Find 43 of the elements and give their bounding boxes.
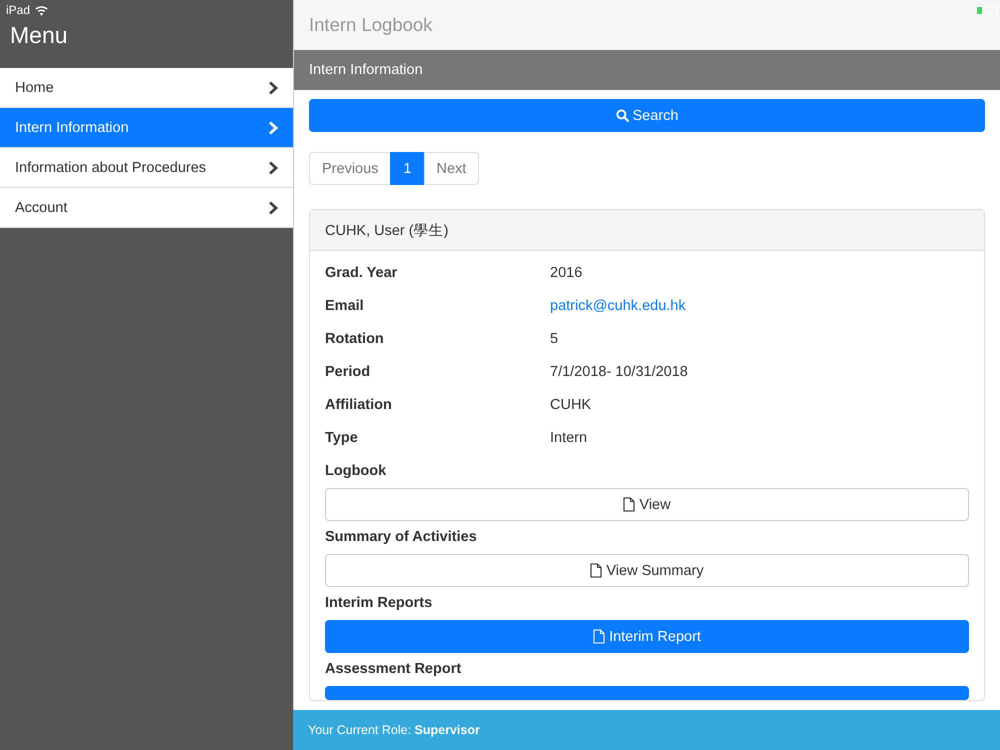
search-button[interactable]: Search [309, 99, 985, 132]
section-label: Interim Reports [325, 595, 434, 612]
section-title: Intern Information [309, 62, 423, 78]
field-value: CUHK [550, 397, 592, 414]
menu-item[interactable]: Account [0, 188, 293, 228]
menu-item[interactable]: Home [0, 68, 293, 108]
email-link[interactable]: patrick@cuhk.edu.hk [550, 298, 686, 315]
current-role-text: Your Current Role: Supervisor [308, 723, 480, 737]
document-icon [593, 629, 606, 644]
page-link[interactable]: Previous [309, 152, 392, 185]
device-name: iPad [6, 3, 30, 17]
page-title: Intern Logbook [309, 14, 432, 36]
field-value: 7/1/2018- 10/31/2018 [550, 364, 689, 381]
section-label: Summary of Activities [325, 529, 478, 546]
field-label: Affiliation [325, 397, 393, 414]
action-button[interactable]: Interim Report [325, 620, 969, 653]
chevron-right-icon [268, 80, 278, 94]
menu-item[interactable]: Information about Procedures [0, 148, 293, 188]
document-icon [590, 563, 602, 578]
page-link[interactable]: Next [424, 152, 480, 185]
chevron-right-icon [268, 160, 278, 174]
page-link[interactable]: 1 [390, 152, 424, 185]
document-icon [623, 497, 636, 512]
field-label: Email [325, 298, 365, 315]
chevron-right-icon [268, 200, 278, 214]
section-label: Logbook [325, 463, 388, 480]
field-label: Grad. Year [325, 265, 398, 282]
section-label: Assessment Report [325, 661, 462, 678]
field-label: Period [325, 364, 372, 381]
field-value: 2016 [550, 265, 584, 282]
menu-item[interactable]: Intern Information [0, 108, 293, 148]
card-title: CUHK, User (學生) [325, 222, 448, 240]
action-button[interactable]: View Summary [325, 554, 969, 587]
search-icon [616, 109, 629, 122]
action-button[interactable] [325, 686, 969, 700]
field-value: Intern [550, 430, 588, 447]
field-label: Rotation [325, 331, 385, 348]
menu-title: Menu [9, 21, 69, 50]
chevron-right-icon [268, 120, 278, 134]
action-button[interactable]: View [325, 488, 969, 521]
field-value: 5 [550, 331, 560, 348]
wifi-icon [35, 4, 48, 16]
field-label: Type [325, 430, 359, 447]
